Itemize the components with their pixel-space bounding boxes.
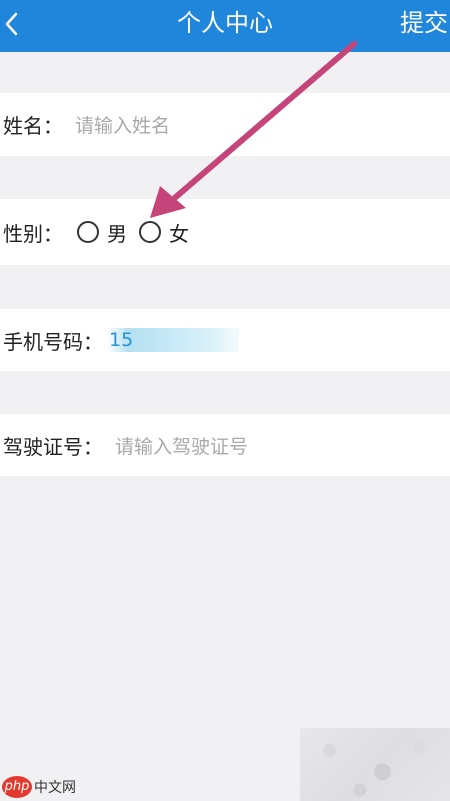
gender-label: 性别： <box>3 221 63 246</box>
license-input[interactable]: 请输入驾驶证号 <box>115 432 248 459</box>
license-row[interactable]: 驾驶证号： 请输入驾驶证号 <box>0 414 450 476</box>
watermark-text: 中文网 <box>34 780 76 796</box>
blurred-corner <box>300 728 450 801</box>
watermark-logo: php <box>2 776 32 798</box>
submit-button[interactable]: 提交 <box>400 0 448 46</box>
gender-male-label[interactable]: 男 <box>107 218 127 247</box>
gender-female-radio[interactable] <box>139 221 161 243</box>
name-row[interactable]: 姓名： 请输入姓名 <box>0 93 450 156</box>
phone-label: 手机号码： <box>3 329 103 354</box>
app-header: 个人中心 提交 <box>0 0 450 52</box>
name-input[interactable]: 请输入姓名 <box>75 111 170 138</box>
gender-row: 性别： 男 女 <box>0 199 450 265</box>
page-title: 个人中心 <box>177 9 273 37</box>
name-label: 姓名： <box>3 114 63 138</box>
license-label: 驾驶证号： <box>3 434 103 459</box>
phone-row[interactable]: 手机号码： 15 <box>0 309 450 371</box>
watermark: php 中文网 <box>0 773 100 801</box>
gender-male-radio[interactable] <box>77 221 99 243</box>
phone-input[interactable]: 15 <box>109 328 239 352</box>
gender-female-label[interactable]: 女 <box>169 218 189 247</box>
